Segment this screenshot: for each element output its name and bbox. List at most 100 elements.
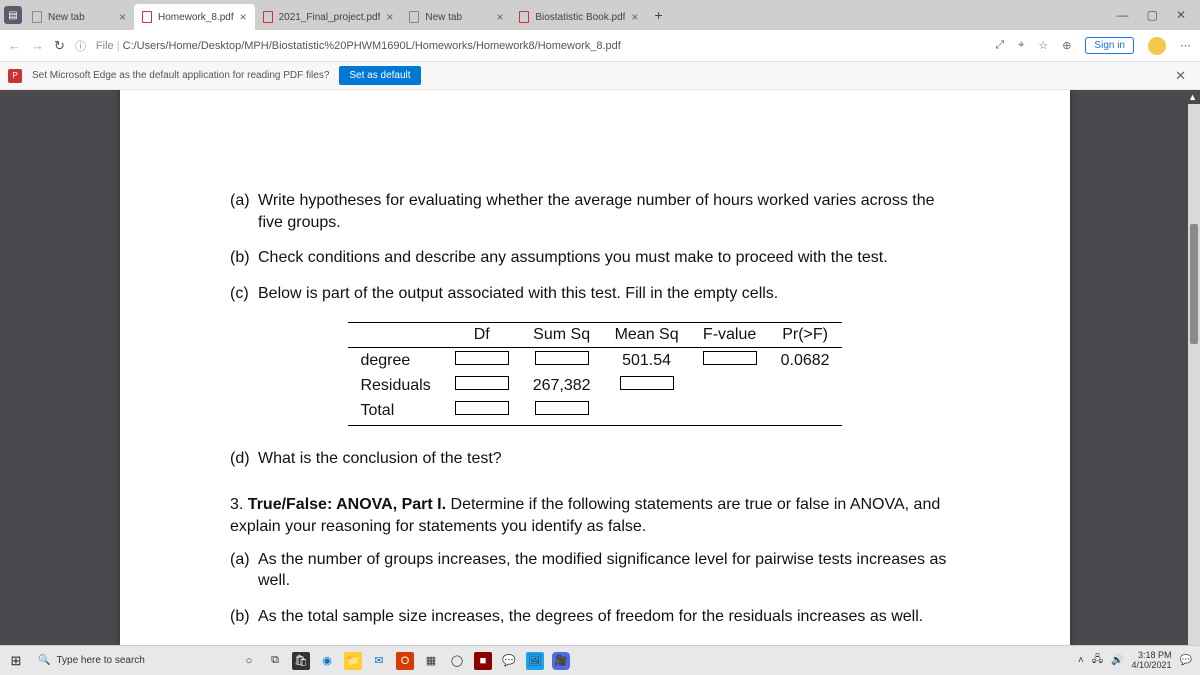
store-icon[interactable]: 🛍 [292,652,310,670]
tab-newtab-1[interactable]: New tab × [24,4,134,30]
item-text: As the number of groups increases, the m… [258,549,960,592]
volume-icon[interactable]: 🔊 [1111,655,1123,666]
app-icon[interactable]: 💬 [500,652,518,670]
th: F-value [691,323,769,348]
pdf-icon [519,11,529,23]
taskbar-search[interactable]: 🔍 Type here to search [32,655,232,666]
item-text: Write hypotheses for evaluating whether … [258,190,960,233]
infobar-text: Set Microsoft Edge as the default applic… [32,70,329,81]
refresh-icon[interactable]: ↻ [54,38,65,54]
blank-cell [620,376,674,390]
tab-newtab-2[interactable]: New tab × [401,4,511,30]
item-label: (d) [230,448,258,470]
pdf-viewer: ▲ (a)Write hypotheses for evaluating whe… [0,90,1200,645]
pdf-icon [142,11,152,23]
th: Sum Sq [521,323,603,348]
close-icon[interactable]: × [240,10,247,24]
item-text: Below is part of the output associated w… [258,283,960,305]
blank-cell [535,351,589,365]
pdf-badge-icon: P [8,69,22,83]
close-icon[interactable]: × [119,10,126,24]
blank-cell [455,376,509,390]
minimize-icon[interactable]: — [1117,8,1129,22]
pdf-icon [263,11,273,23]
th [348,323,442,348]
taskview-icon[interactable]: ⧉ [266,652,284,670]
item-label: (b) [230,606,258,628]
close-icon[interactable]: × [386,10,393,24]
notifications-icon[interactable]: 💬 [1180,655,1192,666]
address-bar: ← → ↻ ⓘ File | C:/Users/Home/Desktop/MPH… [0,30,1200,62]
new-tab-button[interactable]: + [646,7,670,23]
chrome-icon[interactable]: ◯ [448,652,466,670]
item-label: (a) [230,549,258,592]
app-icon[interactable]: 🎥 [552,652,570,670]
blank-cell [455,401,509,415]
item-text: Check conditions and describe any assump… [258,247,960,269]
tab-finalproject[interactable]: 2021_Final_project.pdf × [255,4,402,30]
close-icon[interactable]: × [496,10,503,24]
search-icon: 🔍 [38,655,50,666]
system-tray: ˄ 🖧 🔊 3:18 PM 4/10/2021 💬 [1078,651,1200,671]
photos-icon[interactable]: 🖼 [526,652,544,670]
cell-value: 267,382 [521,373,603,398]
row-name: degree [348,348,442,374]
sign-in-button[interactable]: Sign in [1085,37,1134,54]
item-label: (a) [230,190,258,233]
tray-chevron-icon[interactable]: ˄ [1078,655,1084,666]
taskbar-apps: ○ ⧉ 🛍 ◉ 📁 ✉ O ▦ ◯ ■ 💬 🖼 🎥 [240,652,570,670]
blank-cell [455,351,509,365]
tab-label: Biostatistic Book.pdf [535,12,625,23]
clock-date: 4/10/2021 [1132,661,1172,671]
close-infobar-icon[interactable]: ✕ [1175,68,1192,84]
blank-cell [535,401,589,415]
item-label: (b) [230,247,258,269]
q3-intro: 3. True/False: ANOVA, Part I. Determine … [230,494,960,539]
url-path: C:/Users/Home/Desktop/MPH/Biostatistic%2… [123,40,621,52]
set-default-button[interactable]: Set as default [339,66,420,85]
office-icon[interactable]: O [396,652,414,670]
url-field[interactable]: File | C:/Users/Home/Desktop/MPH/Biostat… [96,40,985,52]
close-window-icon[interactable]: ✕ [1176,8,1186,22]
site-info-icon[interactable]: ⓘ [75,38,86,54]
row-name: Total [348,398,442,426]
back-icon[interactable]: ← [8,38,21,53]
read-aloud-icon[interactable]: ⌖ [1018,39,1024,52]
forward-icon[interactable]: → [31,38,44,53]
tabs-sidebar-icon[interactable]: ▤ [4,6,22,24]
menu-icon[interactable]: ⋯ [1180,39,1192,52]
network-icon[interactable]: 🖧 [1092,652,1103,669]
question-3: 3. True/False: ANOVA, Part I. Determine … [230,494,960,628]
app-icon[interactable]: ■ [474,652,492,670]
scroll-up-icon[interactable]: ▲ [1188,92,1197,102]
start-button[interactable]: ⊞ [0,653,32,669]
tab-label: New tab [48,12,113,23]
app-icon[interactable]: ▦ [422,652,440,670]
tab-label: Homework_8.pdf [158,12,234,23]
collections-icon[interactable]: ⊕ [1062,39,1071,52]
close-icon[interactable]: × [631,10,638,24]
scrollbar[interactable] [1188,104,1200,645]
cell-value: 501.54 [603,348,691,374]
favorite-icon[interactable]: ☆ [1038,39,1048,52]
item-text: As the total sample size increases, the … [258,606,960,628]
item-text: What is the conclusion of the test? [258,448,960,470]
profile-avatar[interactable] [1148,37,1166,55]
default-app-infobar: P Set Microsoft Edge as the default appl… [0,62,1200,90]
tab-label: 2021_Final_project.pdf [279,12,381,23]
explorer-icon[interactable]: 📁 [344,652,362,670]
taskbar: ⊞ 🔍 Type here to search ○ ⧉ 🛍 ◉ 📁 ✉ O ▦ … [0,645,1200,675]
clock[interactable]: 3:18 PM 4/10/2021 [1132,651,1172,671]
zoom-icon[interactable]: ⤢ [995,39,1004,52]
mail-icon[interactable]: ✉ [370,652,388,670]
maximize-icon[interactable]: ▢ [1147,8,1158,22]
th: Pr(>F) [769,323,842,348]
search-placeholder: Type here to search [56,655,144,666]
cortana-icon[interactable]: ○ [240,652,258,670]
th: Df [443,323,521,348]
edge-icon[interactable]: ◉ [318,652,336,670]
scrollbar-thumb[interactable] [1190,224,1198,344]
tab-biostatbook[interactable]: Biostatistic Book.pdf × [511,4,646,30]
tab-label: New tab [425,12,490,23]
tab-homework8[interactable]: Homework_8.pdf × [134,4,255,30]
